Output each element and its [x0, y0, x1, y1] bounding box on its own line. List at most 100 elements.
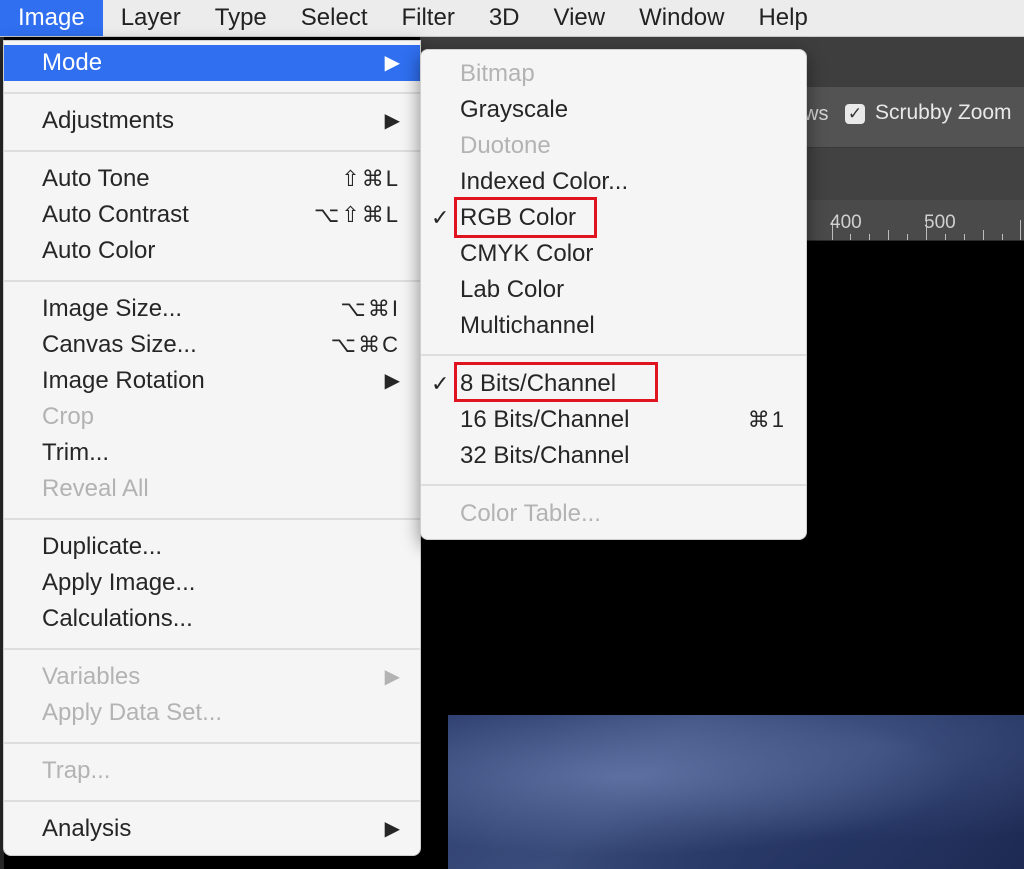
menu-help[interactable]: Help — [740, 0, 823, 36]
menu-item-label: Image Size... — [42, 295, 183, 322]
ruler-tick — [850, 234, 851, 240]
mode-item-bitmap: Bitmap — [421, 56, 806, 92]
menu-separator — [4, 648, 420, 650]
menu-item-label: 16 Bits/Channel — [460, 406, 630, 433]
menu-item-label: Duplicate... — [42, 533, 163, 560]
menu-item-label: Bitmap — [460, 60, 535, 87]
menu-item-label: Duotone — [460, 132, 551, 159]
menu-item-duplicate[interactable]: Duplicate... — [4, 529, 420, 565]
ruler-tick — [907, 234, 908, 240]
scrubby-zoom-label[interactable]: Scrubby Zoom — [875, 101, 1012, 125]
menu-item-variables: Variables ▶ — [4, 659, 420, 695]
options-partial-text: ws — [804, 103, 829, 125]
menu-item-analysis[interactable]: Analysis ▶ — [4, 811, 420, 847]
menu-item-label: Auto Tone — [42, 165, 150, 192]
menu-filter[interactable]: Filter — [383, 0, 470, 36]
menu-separator — [4, 92, 420, 94]
menu-item-label: Apply Data Set... — [42, 699, 223, 726]
shortcut-label: ⌘1 — [747, 407, 786, 432]
menu-layer[interactable]: Layer — [103, 0, 197, 36]
menu-item-label: Indexed Color... — [460, 168, 629, 195]
menu-separator — [4, 150, 420, 152]
mode-item-32-bits[interactable]: 32 Bits/Channel — [421, 438, 806, 474]
shortcut-label: ⌥⌘C — [330, 332, 400, 357]
ruler-tick — [983, 230, 984, 240]
menu-item-image-size[interactable]: Image Size... ⌥⌘I — [4, 291, 420, 327]
menu-3d[interactable]: 3D — [471, 0, 536, 36]
shortcut-label: ⌥⌘I — [340, 296, 400, 321]
mode-item-16-bits[interactable]: 16 Bits/Channel ⌘1 — [421, 402, 806, 438]
mode-item-grayscale[interactable]: Grayscale — [421, 92, 806, 128]
menu-item-label: Reveal All — [42, 475, 149, 502]
mode-item-indexed-color[interactable]: Indexed Color... — [421, 164, 806, 200]
shortcut-label: ⇧⌘L — [341, 166, 400, 191]
mode-item-cmyk-color[interactable]: CMYK Color — [421, 236, 806, 272]
menu-item-label: 32 Bits/Channel — [460, 442, 630, 469]
ruler-tick — [964, 234, 965, 240]
submenu-arrow-icon: ▶ — [384, 818, 400, 840]
mode-item-rgb-color[interactable]: ✓ RGB Color — [421, 200, 806, 236]
menu-item-label: Apply Image... — [42, 569, 196, 596]
menu-image[interactable]: Image — [0, 0, 103, 36]
menu-item-apply-image[interactable]: Apply Image... — [4, 565, 420, 601]
submenu-arrow-icon: ▶ — [384, 52, 400, 74]
menu-item-label: Auto Color — [42, 237, 156, 264]
menu-item-label: CMYK Color — [460, 240, 594, 267]
menu-item-label: Lab Color — [460, 276, 565, 303]
ruler-tick — [869, 234, 870, 240]
menu-item-label: Crop — [42, 403, 95, 430]
menu-separator — [421, 484, 806, 486]
mode-item-multichannel[interactable]: Multichannel — [421, 308, 806, 344]
mode-item-color-table: Color Table... — [421, 496, 806, 532]
menu-item-trim[interactable]: Trim... — [4, 435, 420, 471]
ruler-tick — [1002, 234, 1003, 240]
menu-separator — [4, 742, 420, 744]
menu-select[interactable]: Select — [283, 0, 384, 36]
scrubby-zoom-checkbox[interactable]: ✓ — [845, 104, 865, 124]
ruler-label: 400 — [830, 212, 862, 233]
menu-window[interactable]: Window — [621, 0, 740, 36]
menu-item-label: Trap... — [42, 757, 111, 784]
menu-item-label: Auto Contrast — [42, 201, 189, 228]
menu-item-mode[interactable]: Mode ▶ — [4, 45, 420, 81]
menu-separator — [4, 800, 420, 802]
menu-item-auto-tone[interactable]: Auto Tone ⇧⌘L — [4, 161, 420, 197]
mode-item-lab-color[interactable]: Lab Color — [421, 272, 806, 308]
shortcut-label: ⌥⇧⌘L — [313, 202, 400, 227]
sky-photo — [448, 715, 1024, 869]
mode-submenu: Bitmap Grayscale Duotone Indexed Color..… — [420, 49, 807, 540]
ruler-tick — [1020, 220, 1021, 240]
menu-item-reveal-all: Reveal All — [4, 471, 420, 507]
menu-item-label: Mode — [42, 49, 103, 76]
menu-item-crop: Crop — [4, 399, 420, 435]
submenu-arrow-icon: ▶ — [384, 110, 400, 132]
menu-item-label: 8 Bits/Channel — [460, 370, 617, 397]
menu-item-label: Color Table... — [460, 500, 601, 527]
menu-item-label: Analysis — [42, 815, 132, 842]
menu-item-label: Trim... — [42, 439, 110, 466]
menu-item-calculations[interactable]: Calculations... — [4, 601, 420, 637]
menu-item-label: RGB Color — [460, 204, 577, 231]
menu-item-image-rotation[interactable]: Image Rotation ▶ — [4, 363, 420, 399]
image-menu: Mode ▶ Adjustments ▶ Auto Tone ⇧⌘L Auto … — [3, 40, 421, 856]
mode-item-8-bits[interactable]: ✓ 8 Bits/Channel — [421, 366, 806, 402]
menu-item-auto-color[interactable]: Auto Color — [4, 233, 420, 269]
menu-item-trap: Trap... — [4, 753, 420, 789]
menu-bar: Image Layer Type Select Filter 3D View W… — [0, 0, 1024, 37]
menu-item-label: Calculations... — [42, 605, 193, 632]
menu-view[interactable]: View — [536, 0, 622, 36]
menu-separator — [421, 354, 806, 356]
menu-item-auto-contrast[interactable]: Auto Contrast ⌥⇧⌘L — [4, 197, 420, 233]
submenu-arrow-icon: ▶ — [384, 370, 400, 392]
menu-item-adjustments[interactable]: Adjustments ▶ — [4, 103, 420, 139]
ruler-tick — [888, 230, 889, 240]
menu-item-label: Canvas Size... — [42, 331, 197, 358]
menu-item-label: Adjustments — [42, 107, 175, 134]
menu-item-apply-data-set: Apply Data Set... — [4, 695, 420, 731]
menu-item-canvas-size[interactable]: Canvas Size... ⌥⌘C — [4, 327, 420, 363]
checkmark-icon: ✓ — [431, 371, 450, 396]
menu-separator — [4, 518, 420, 520]
menu-type[interactable]: Type — [197, 0, 283, 36]
menu-separator — [4, 280, 420, 282]
ruler-label: 500 — [924, 212, 956, 233]
